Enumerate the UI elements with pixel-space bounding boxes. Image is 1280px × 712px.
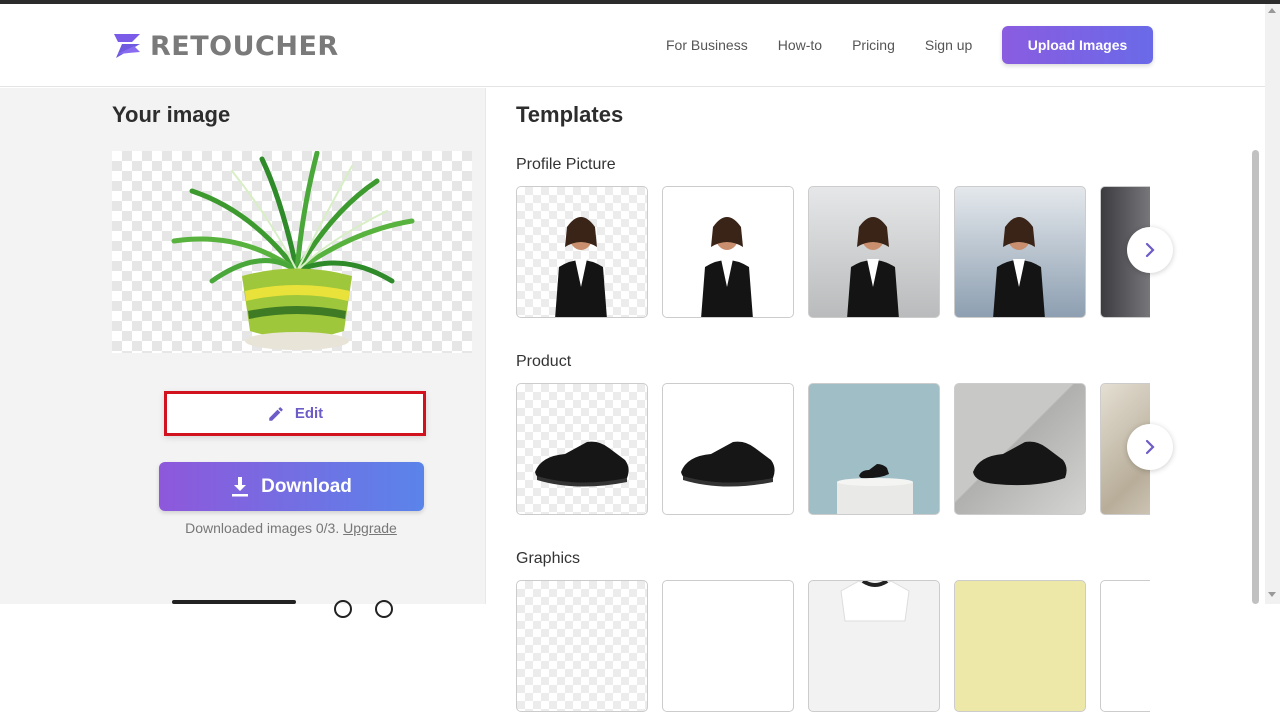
main-nav: For Business How-to Pricing Sign up: [666, 37, 1002, 53]
logo-icon: [114, 34, 140, 58]
product-next-button[interactable]: [1127, 424, 1173, 470]
spider-plant-image: [171, 150, 415, 350]
template-card[interactable]: [954, 580, 1086, 712]
section-title-product: Product: [516, 353, 572, 370]
processed-image-preview: [112, 150, 472, 353]
template-card[interactable]: [954, 186, 1086, 318]
section-title-profile-picture: Profile Picture: [516, 156, 616, 173]
your-image-panel: Your image Edit Download Downloaded imag…: [0, 88, 486, 618]
scroll-up-arrow-icon[interactable]: [1268, 8, 1276, 13]
chevron-right-icon: [1145, 242, 1155, 258]
person-thumbnail: [701, 217, 753, 317]
graphics-row: [516, 580, 1150, 712]
template-card[interactable]: [662, 580, 794, 712]
edit-label: Edit: [294, 405, 324, 422]
sneaker-thumbnail: [535, 441, 629, 487]
template-card[interactable]: [954, 383, 1086, 515]
profile-next-button[interactable]: [1127, 227, 1173, 273]
section-title-graphics: Graphics: [516, 550, 581, 567]
chevron-right-icon: [1145, 439, 1155, 455]
edit-button[interactable]: Edit: [164, 391, 426, 436]
retoucher-logo[interactable]: RETOUCHER: [112, 30, 339, 62]
template-card[interactable]: [1100, 580, 1150, 712]
template-card[interactable]: [516, 383, 648, 515]
template-card[interactable]: [516, 186, 648, 318]
person-thumbnail: [847, 217, 899, 317]
cut-off-icon: [334, 600, 352, 618]
sneaker-thumbnail: [681, 441, 775, 487]
pencil-icon: [269, 406, 283, 421]
sneaker-thumbnail: [973, 441, 1067, 486]
download-icon: [232, 476, 249, 496]
profile-picture-row: [516, 186, 1150, 318]
tshirt-thumbnail: [840, 581, 910, 622]
nav-how-to[interactable]: How-to: [778, 37, 822, 53]
person-thumbnail: [993, 217, 1045, 317]
template-card[interactable]: [808, 383, 940, 515]
product-row: [516, 383, 1150, 515]
scroll-down-arrow-icon[interactable]: [1268, 592, 1276, 597]
person-thumbnail: [555, 217, 607, 317]
cut-off-toolbar: [172, 600, 296, 604]
nav-sign-up[interactable]: Sign up: [925, 37, 972, 53]
templates-title: Templates: [516, 102, 624, 127]
download-button[interactable]: Download: [159, 462, 424, 511]
template-card[interactable]: [808, 186, 940, 318]
upload-images-button[interactable]: Upload Images: [1002, 26, 1153, 64]
nav-pricing[interactable]: Pricing: [852, 37, 895, 53]
scrollbar-thumb[interactable]: [1252, 150, 1259, 604]
logo-text: RETOUCHER: [150, 30, 339, 62]
cut-off-icon: [375, 600, 393, 618]
page-scrollbar[interactable]: [1265, 4, 1280, 604]
template-card[interactable]: [516, 580, 648, 712]
template-card[interactable]: [808, 580, 940, 712]
download-label: Download: [261, 475, 352, 497]
sneaker-on-pedestal-thumbnail: [837, 464, 913, 514]
download-quota-text: Downloaded images 0/3.: [185, 520, 340, 536]
template-card[interactable]: [662, 383, 794, 515]
site-header: RETOUCHER For Business How-to Pricing Si…: [0, 4, 1265, 87]
nav-for-business[interactable]: For Business: [666, 37, 748, 53]
upgrade-link[interactable]: Upgrade: [343, 520, 397, 536]
template-card[interactable]: [662, 186, 794, 318]
your-image-title: Your image: [112, 102, 231, 127]
templates-panel: Templates Profile Picture Product Graphi…: [487, 88, 1249, 712]
